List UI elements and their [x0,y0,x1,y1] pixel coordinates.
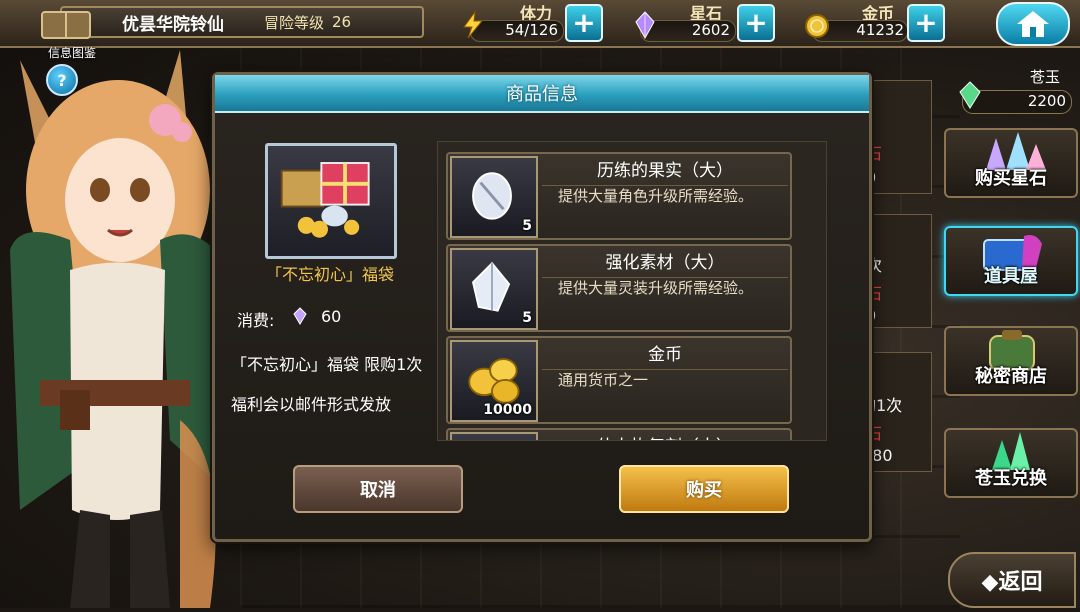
home-icon [1017,11,1049,37]
add-gold-button[interactable]: + [907,4,945,42]
secret-shop-label: 秘密商店 [975,366,1047,387]
mail-delivery-text: 福利会以邮件形式发放 [231,395,392,414]
adventure-level-value: 26 [332,13,352,31]
player-plate: 优昙华院铃仙 冒险等级 26 [60,6,424,38]
jade-gem-icon [956,80,984,110]
product-info-dialog: 商品信息 「不忘初心」福袋 消费: 60 「不忘初心」福袋 限购1次 福利会以邮… [212,72,872,542]
stamina-value: 54/126 [505,21,558,39]
fruit-icon: 5 [450,156,538,238]
list-item[interactable]: 体力恢复剂（中） [446,428,792,440]
dialog-header: 商品信息 [215,75,869,113]
item-shop-label: 道具屋 [984,266,1038,287]
jade-exchange-button[interactable]: 苍玉兑换 [944,428,1078,498]
character-illustration [0,40,235,608]
item-count: 5 [522,310,532,326]
help-button[interactable]: ? [46,64,78,96]
gold-coins-icon: 10000 [450,340,538,422]
item-title: 金币 [542,340,788,370]
back-button[interactable]: ◆返回 [948,552,1076,608]
info-encyclopedia-label[interactable]: 信息图鉴 [48,44,96,61]
star-stone-icon [293,307,307,325]
add-stamina-button[interactable]: + [565,4,603,42]
encyclopedia-book-icon[interactable] [38,6,98,42]
add-stones-button[interactable]: + [737,4,775,42]
buy-stones-label: 购买星石 [975,168,1047,189]
dialog-title: 商品信息 [506,84,578,105]
jade-exchange-label: 苍玉兑换 [975,468,1047,489]
list-item[interactable]: 10000 金币 通用货币之一 [446,336,792,424]
item-title: 历练的果实（大） [542,156,788,186]
list-item[interactable]: 5 强化素材（大） 提供大量灵装升级所需经验。 [446,244,792,332]
stones-value: 2602 [691,21,730,39]
adventure-level-label: 冒险等级 [264,13,325,32]
gold-value: 41232 [856,21,904,39]
purchase-limit-text: 「不忘初心」福袋 限购1次 [231,355,423,374]
potion-icon [450,432,538,440]
item-count: 5 [522,218,532,234]
item-title: 强化素材（大） [542,248,788,278]
player-name: 优昙华院铃仙 [122,14,224,35]
item-description: 通用货币之一 [558,371,649,389]
home-button[interactable] [996,2,1070,46]
buy-button[interactable]: 购买 [619,465,789,513]
crystal-material-icon: 5 [450,248,538,330]
star-stone-icon [630,10,660,40]
item-description: 提供大量角色升级所需经验。 [558,187,754,205]
buy-stones-button[interactable]: 购买星石 [944,128,1078,198]
secret-shop-button[interactable]: 秘密商店 [944,326,1078,396]
product-name: 「不忘初心」福袋 [265,265,394,284]
jade-value: 2200 [1027,92,1066,110]
lucky-bag-image [265,143,397,259]
contents-list[interactable]: 5 历练的果实（大） 提供大量角色升级所需经验。 5 强化素材（大） 提供大量灵… [437,141,827,441]
gold-coin-icon [802,10,832,40]
lightning-icon [458,10,488,40]
list-item[interactable]: 5 历练的果实（大） 提供大量角色升级所需经验。 [446,152,792,240]
item-count: 10000 [483,402,532,418]
jade-label: 苍玉 [1030,68,1061,86]
cost-label: 消费: [237,311,275,330]
cancel-button[interactable]: 取消 [293,465,463,513]
gift-bag-icon [280,162,370,238]
cost-value: 60 [321,307,342,326]
item-shop-button[interactable]: 道具屋 [944,226,1078,296]
item-description: 提供大量灵装升级所需经验。 [558,279,754,297]
item-title: 体力恢复剂（中） [542,432,788,440]
